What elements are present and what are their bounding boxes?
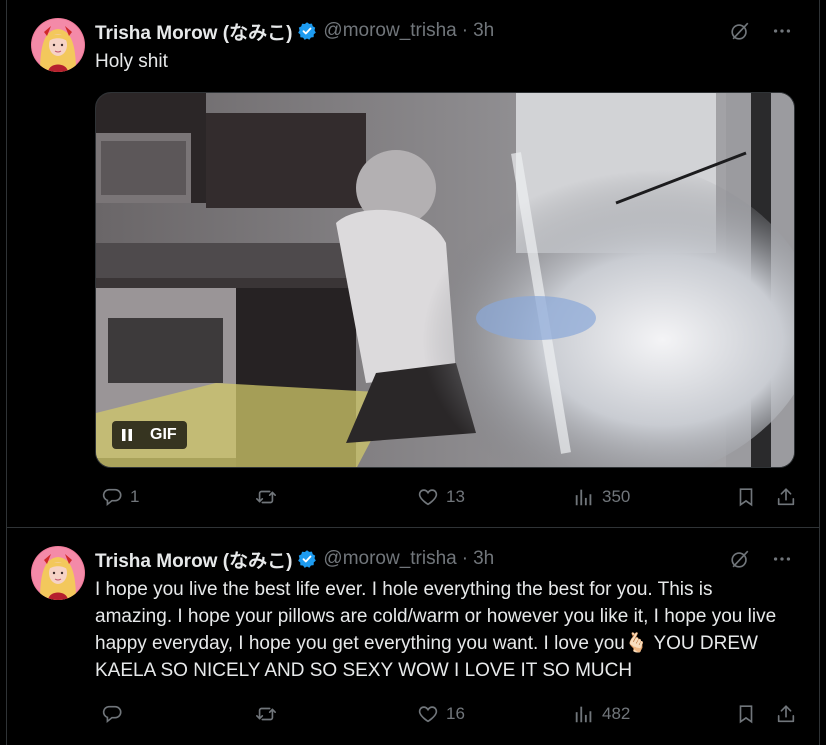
gif-label: GIF <box>150 426 177 443</box>
tweet[interactable]: Trisha Morow (なみこ) @morow_trisha · 3h Ho… <box>7 0 819 528</box>
separator: · <box>461 20 469 41</box>
tweet-top-actions <box>729 20 793 42</box>
timestamp[interactable]: 3h <box>473 548 494 570</box>
pause-icon[interactable] <box>112 421 142 449</box>
retweet-icon <box>255 703 277 725</box>
reply-button[interactable] <box>101 700 130 728</box>
timestamp[interactable]: 3h <box>473 20 494 42</box>
views-button[interactable]: 482 <box>573 700 630 728</box>
reply-icon <box>101 486 123 508</box>
like-icon <box>417 486 439 508</box>
gif-frame <box>96 93 794 467</box>
more-icon[interactable] <box>771 548 793 570</box>
retweet-button[interactable] <box>255 700 284 728</box>
like-count: 13 <box>446 487 465 506</box>
views-icon <box>573 703 595 725</box>
grok-icon[interactable] <box>729 20 751 42</box>
share-button[interactable] <box>775 483 797 511</box>
tweet-header: Trisha Morow (なみこ) @morow_trisha · 3h <box>95 546 494 573</box>
share-button[interactable] <box>775 700 797 728</box>
retweet-icon <box>255 486 277 508</box>
gif-badge[interactable]: GIF <box>112 421 187 449</box>
reply-count: 1 <box>130 487 140 506</box>
tweet[interactable]: Trisha Morow (なみこ) @morow_trisha · 3h I … <box>7 528 819 745</box>
like-icon <box>417 703 439 725</box>
views-count: 350 <box>602 487 631 506</box>
reply-button[interactable]: 1 <box>101 483 139 511</box>
like-button[interactable]: 13 <box>417 483 465 511</box>
views-count: 482 <box>602 704 631 723</box>
tweet-text: Holy shit <box>95 51 168 72</box>
bookmark-icon <box>735 486 757 508</box>
gif-media[interactable]: GIF <box>95 92 795 468</box>
views-button[interactable]: 350 <box>573 483 630 511</box>
separator: · <box>461 548 469 569</box>
tweet-top-actions <box>729 548 793 570</box>
grok-icon[interactable] <box>729 548 751 570</box>
author-name[interactable]: Trisha Morow (なみこ) <box>95 18 292 45</box>
bookmark-icon <box>735 703 757 725</box>
tweet-actions: 16 482 <box>95 700 810 728</box>
author-handle[interactable]: @morow_trisha <box>323 20 456 42</box>
author-handle[interactable]: @morow_trisha <box>323 548 456 570</box>
tweet-text: I hope you live the best life ever. I ho… <box>95 579 777 681</box>
tweet-header: Trisha Morow (なみこ) @morow_trisha · 3h <box>95 18 494 45</box>
bookmark-button[interactable] <box>735 483 757 511</box>
like-count: 16 <box>446 704 465 723</box>
reply-icon <box>101 703 123 725</box>
timeline-feed: Trisha Morow (なみこ) @morow_trisha · 3h Ho… <box>6 0 820 745</box>
more-icon[interactable] <box>771 20 793 42</box>
views-icon <box>573 486 595 508</box>
share-icon <box>775 486 797 508</box>
verified-icon <box>297 21 317 41</box>
bookmark-button[interactable] <box>735 700 757 728</box>
author-name[interactable]: Trisha Morow (なみこ) <box>95 546 292 573</box>
share-icon <box>775 703 797 725</box>
retweet-button[interactable] <box>255 483 284 511</box>
like-button[interactable]: 16 <box>417 700 465 728</box>
tweet-actions: 1 13 350 <box>95 483 810 511</box>
avatar[interactable] <box>31 546 85 600</box>
avatar[interactable] <box>31 18 85 72</box>
verified-icon <box>297 549 317 569</box>
